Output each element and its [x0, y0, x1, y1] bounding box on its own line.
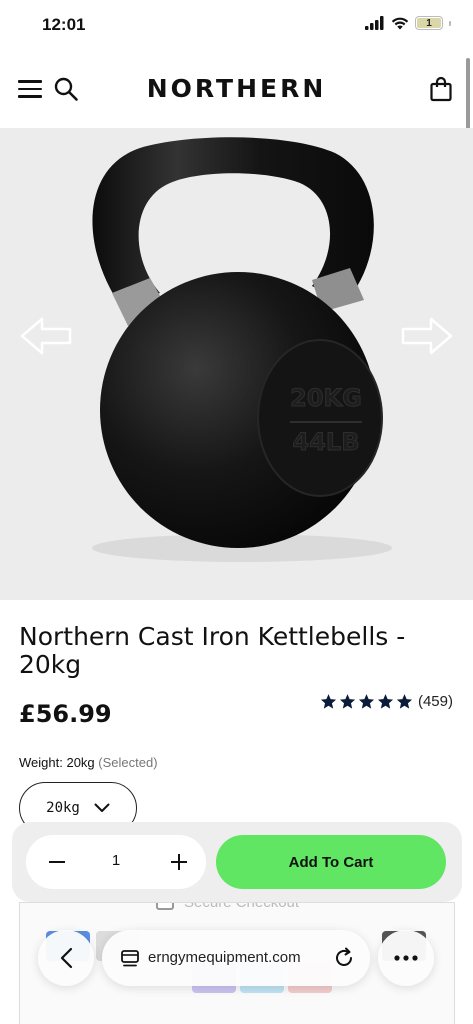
lock-icon	[156, 903, 174, 910]
shopping-bag-icon[interactable]	[429, 76, 453, 102]
star-icon	[396, 694, 413, 709]
prev-image-arrow-icon[interactable]	[20, 316, 72, 356]
signal-icon	[365, 16, 384, 30]
reload-icon[interactable]	[332, 946, 356, 970]
battery-level: 1	[426, 17, 432, 29]
star-icon	[339, 694, 356, 709]
increase-quantity-button[interactable]	[166, 849, 192, 875]
status-icons: 1	[365, 16, 451, 30]
chevron-down-icon	[94, 803, 110, 812]
plus-icon	[171, 854, 187, 870]
product-image: 20KG 44LB	[0, 128, 473, 600]
secure-checkout-label: Secure Checkout	[184, 902, 300, 911]
star-icon	[377, 694, 394, 709]
next-image-arrow-icon[interactable]	[401, 316, 453, 356]
browser-back-button[interactable]	[38, 930, 94, 986]
browser-address-bar[interactable]: erngymequipment.com	[102, 930, 370, 986]
add-to-cart-bar: 1 Add To Cart	[12, 822, 462, 902]
wifi-icon	[391, 17, 409, 30]
add-to-cart-button[interactable]: Add To Cart	[216, 835, 446, 889]
embossed-lb: 44LB	[293, 428, 360, 456]
tabs-icon[interactable]	[120, 948, 140, 968]
review-count: (459)	[417, 693, 453, 710]
kettlebell-image: 20KG 44LB	[92, 137, 392, 562]
status-time: 12:01	[42, 15, 86, 34]
embossed-kg: 20KG	[290, 384, 362, 412]
brand-logo[interactable]: NORTHERN	[0, 74, 473, 103]
star-icon	[358, 694, 375, 709]
weight-option-label: 20kg	[46, 800, 80, 816]
battery-icon: 1	[415, 16, 443, 30]
site-header: NORTHERN	[0, 52, 473, 128]
product-title: Northern Cast Iron Kettlebells - 20kg	[19, 622, 406, 679]
weight-value: 20kg	[66, 755, 95, 770]
browser-more-button[interactable]	[378, 930, 434, 986]
star-icon	[320, 694, 337, 709]
chevron-left-icon	[60, 947, 73, 969]
more-icon	[394, 955, 418, 961]
weight-line: Weight: 20kg (Selected)	[19, 755, 158, 770]
url-text: erngymequipment.com	[148, 949, 301, 966]
product-price: £56.99	[19, 700, 112, 728]
status-bar: 12:01 1	[0, 0, 473, 52]
weight-selected-note: (Selected)	[98, 755, 158, 770]
secure-checkout: Secure Checkout	[156, 902, 300, 911]
quantity-stepper: 1	[26, 835, 206, 889]
weight-label: Weight:	[19, 755, 63, 770]
product-rating[interactable]: (459)	[320, 693, 453, 710]
